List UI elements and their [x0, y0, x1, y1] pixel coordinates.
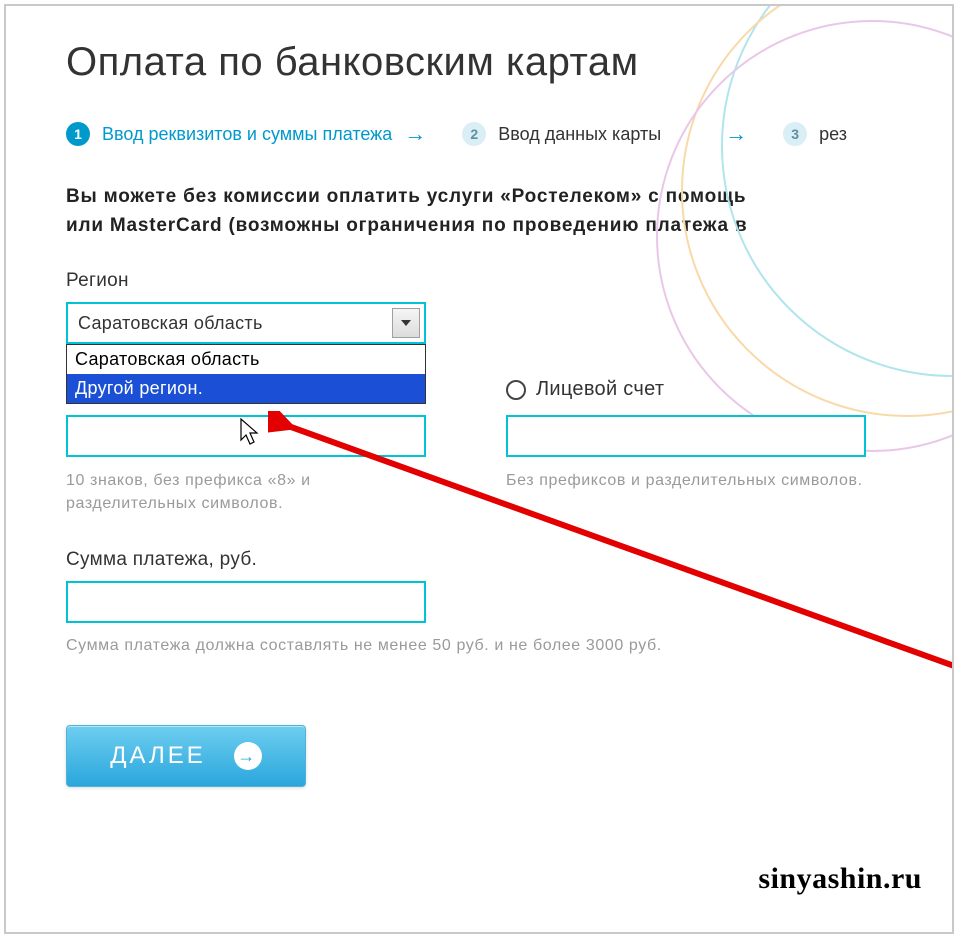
- step-arrow-icon: →: [725, 121, 745, 147]
- account-radio[interactable]: [506, 380, 526, 400]
- region-selected-value: Саратовская область: [78, 313, 263, 334]
- phone-hint: 10 знаков, без префикса «8» и разделител…: [66, 469, 426, 515]
- amount-hint: Сумма платежа должна составлять не менее…: [66, 637, 952, 655]
- step-3-badge: 3: [783, 122, 807, 146]
- dropdown-toggle-button[interactable]: [392, 308, 420, 338]
- chevron-down-icon: [401, 320, 411, 326]
- step-2-badge: 2: [462, 122, 486, 146]
- region-option-saratov[interactable]: Саратовская область: [67, 345, 425, 374]
- region-label: Регион: [66, 270, 952, 292]
- step-3-label: рез: [819, 124, 847, 145]
- page-title: Оплата по банковским картам: [66, 40, 952, 85]
- region-option-other[interactable]: Другой регион.: [67, 374, 425, 403]
- next-button-label: ДАЛЕЕ: [110, 742, 206, 770]
- amount-input[interactable]: [66, 581, 426, 623]
- intro-text: Вы можете без комиссии оплатить услуги «…: [66, 183, 952, 240]
- account-radio-label: Лицевой счет: [536, 378, 664, 401]
- step-1-badge: 1: [66, 122, 90, 146]
- phone-input[interactable]: [66, 415, 426, 457]
- step-arrow-icon: →: [404, 121, 424, 147]
- region-dropdown: Саратовская область Другой регион.: [66, 344, 426, 404]
- region-select[interactable]: Саратовская область: [66, 302, 426, 344]
- step-1-label: Ввод реквизитов и суммы платежа: [102, 124, 392, 145]
- arrow-right-icon: →: [234, 742, 262, 770]
- steps-bar: 1 Ввод реквизитов и суммы платежа → 2 Вв…: [66, 121, 952, 147]
- account-hint: Без префиксов и разделительных символов.: [506, 469, 866, 492]
- watermark: sinyashin.ru: [758, 862, 922, 896]
- step-2-label: Ввод данных карты: [498, 124, 661, 145]
- next-button[interactable]: ДАЛЕЕ →: [66, 725, 306, 787]
- account-input[interactable]: [506, 415, 866, 457]
- amount-label: Сумма платежа, руб.: [66, 549, 952, 571]
